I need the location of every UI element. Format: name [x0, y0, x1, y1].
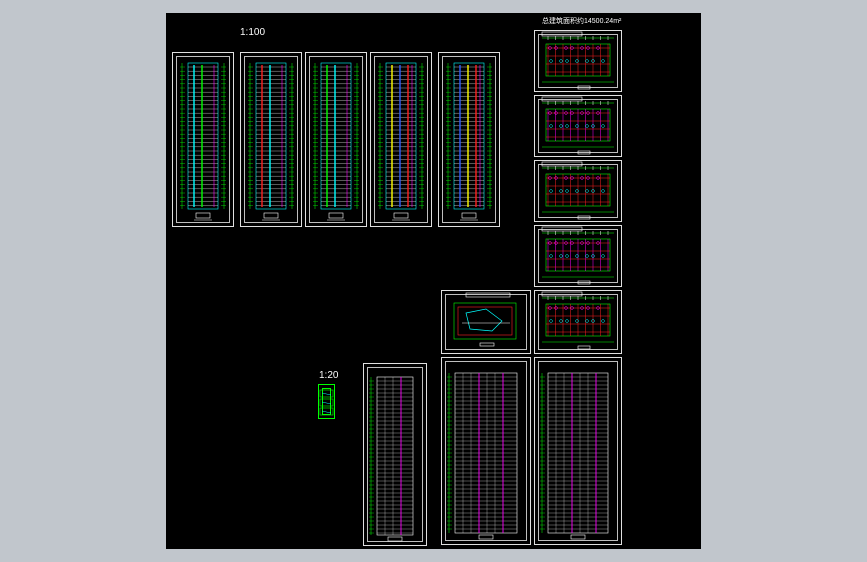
plan-caption — [577, 215, 591, 220]
detail-box — [319, 398, 334, 407]
plan-caption — [479, 342, 495, 347]
title-block — [461, 212, 477, 219]
fixture-symbol — [601, 319, 605, 323]
fixture-symbol — [559, 59, 563, 63]
plan-title — [465, 292, 511, 298]
detail-line — [321, 410, 332, 414]
fixture-symbol — [565, 254, 569, 258]
fixture-symbol — [585, 189, 589, 193]
fixture-symbol — [565, 124, 569, 128]
building-outline — [385, 62, 417, 210]
roof-slope — [465, 308, 503, 332]
building-outline — [255, 62, 287, 210]
detail-line — [321, 401, 332, 405]
fixture-symbol — [585, 319, 589, 323]
fixture-symbol — [559, 124, 563, 128]
title-block — [263, 212, 279, 219]
section-outline — [376, 376, 414, 536]
fixture-symbol — [549, 59, 553, 63]
title-block — [195, 212, 211, 219]
fixture-symbol — [559, 254, 563, 258]
fixture-symbol — [549, 189, 553, 193]
plan-title — [541, 291, 583, 297]
plan-caption — [577, 150, 591, 155]
section-title — [570, 534, 586, 540]
building-outline — [453, 62, 485, 210]
section-title — [478, 534, 494, 540]
drawing-linework — [180, 31, 614, 542]
fixture-symbol — [559, 319, 563, 323]
plan-title — [541, 31, 583, 37]
fixture-symbol — [585, 254, 589, 258]
fixture-symbol — [549, 319, 553, 323]
fixture-symbol — [601, 254, 605, 258]
fixture-symbol — [549, 124, 553, 128]
plan-title — [541, 96, 583, 102]
fixture-symbol — [565, 189, 569, 193]
plan-caption — [577, 345, 591, 350]
plan-caption — [577, 85, 591, 90]
fixture-symbol — [559, 189, 563, 193]
title-block — [393, 212, 409, 219]
section-title — [387, 536, 403, 542]
building-outline — [187, 62, 219, 210]
detail-line — [321, 392, 332, 396]
detail-box — [319, 389, 334, 398]
fixture-symbol — [585, 124, 589, 128]
fixture-symbol — [601, 59, 605, 63]
fixture-symbol — [585, 59, 589, 63]
building-outline — [320, 62, 352, 210]
roof-outline — [453, 302, 517, 340]
fixture-symbol — [565, 319, 569, 323]
fixture-symbol — [565, 59, 569, 63]
fixture-symbol — [601, 124, 605, 128]
fixture-symbol — [601, 189, 605, 193]
title-block — [328, 212, 344, 219]
detail-box — [319, 407, 334, 416]
drawing-canvas[interactable]: 1:100 总建筑面积约14500.24m² 1:20 — [166, 13, 701, 549]
plan-title — [541, 226, 583, 232]
plan-caption — [577, 280, 591, 285]
plan-title — [541, 161, 583, 167]
fixture-symbol — [549, 254, 553, 258]
roof-parapet — [457, 306, 513, 336]
